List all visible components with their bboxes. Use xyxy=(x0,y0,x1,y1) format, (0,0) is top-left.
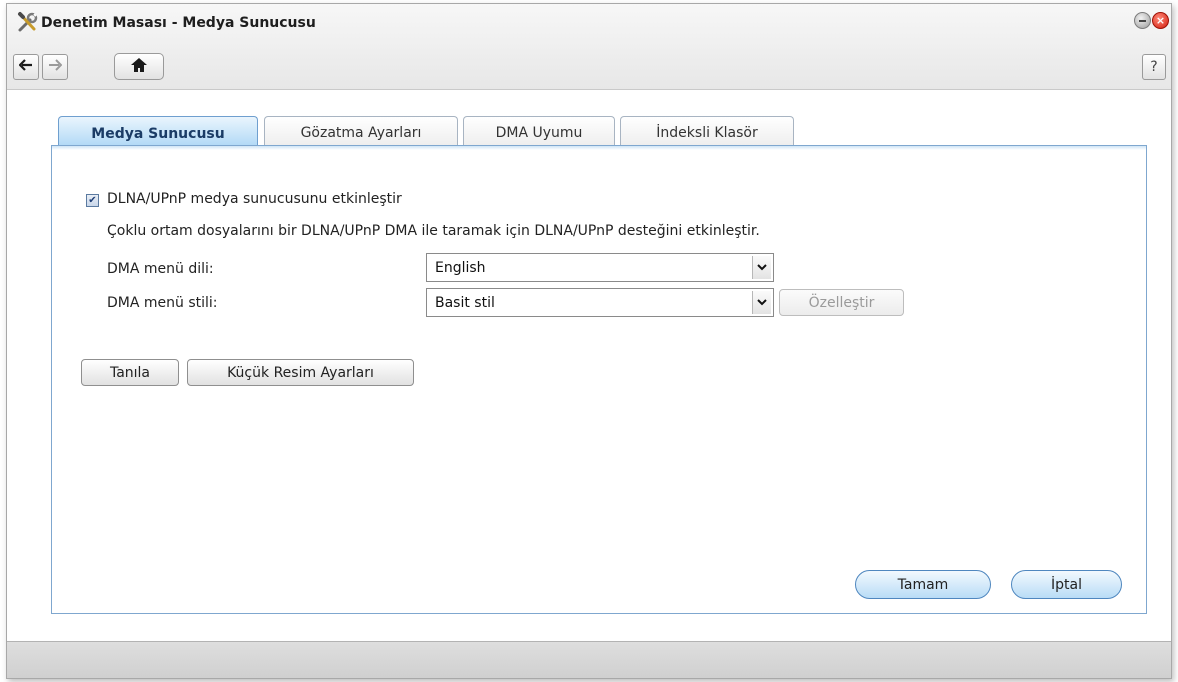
menu-language-value: English xyxy=(435,260,486,276)
thumbnail-settings-button[interactable]: Küçük Resim Ayarları xyxy=(187,359,414,386)
menu-style-select[interactable]: Basit stil xyxy=(426,288,774,317)
home-icon xyxy=(130,57,148,77)
menu-style-value: Basit stil xyxy=(435,295,495,311)
menu-style-label: DMA menü stili: xyxy=(107,295,218,311)
arrow-left-icon xyxy=(18,59,33,75)
minimize-button[interactable] xyxy=(1134,12,1151,29)
close-icon: × xyxy=(1155,14,1166,27)
status-bar xyxy=(7,641,1171,678)
window-title: Denetim Masası - Medya Sunucusu xyxy=(41,15,316,31)
tab-label: DMA Uyumu xyxy=(495,125,583,141)
home-button[interactable] xyxy=(114,53,164,80)
forward-button[interactable] xyxy=(42,54,68,80)
chevron-down-icon[interactable] xyxy=(752,256,771,279)
menu-language-select[interactable]: English xyxy=(426,253,774,282)
help-icon: ? xyxy=(1150,59,1158,75)
ok-button[interactable]: Tamam xyxy=(855,570,991,599)
control-panel-window: Denetim Masası - Medya Sunucusu × ? Medy… xyxy=(6,3,1172,679)
ok-label: Tamam xyxy=(897,576,949,593)
enable-dlna-checkbox[interactable]: ✔ xyxy=(86,194,99,207)
enable-dlna-label: DLNA/UPnP medya sunucusunu etkinleştir xyxy=(107,191,402,207)
tab-label: Gözatma Ayarları xyxy=(300,125,422,141)
title-bar: Denetim Masası - Medya Sunucusu × ? xyxy=(7,4,1171,90)
menu-language-label: DMA menü dili: xyxy=(107,261,214,277)
identify-label: Tanıla xyxy=(109,364,151,381)
tab-label: Medya Sunucusu xyxy=(91,125,225,142)
tab-label: İndeksli Klasör xyxy=(656,125,758,141)
cancel-button[interactable]: İptal xyxy=(1011,570,1122,599)
customize-button[interactable]: Özelleştir xyxy=(779,289,904,316)
cancel-label: İptal xyxy=(1051,576,1082,593)
dlna-description: Çoklu ortam dosyalarını bir DLNA/UPnP DM… xyxy=(107,223,760,239)
wrench-screwdriver-icon xyxy=(17,11,39,33)
close-button[interactable]: × xyxy=(1152,12,1169,29)
thumbnail-settings-label: Küçük Resim Ayarları xyxy=(227,364,374,381)
checkmark-icon: ✔ xyxy=(88,194,97,206)
chevron-down-icon[interactable] xyxy=(752,291,771,314)
help-button[interactable]: ? xyxy=(1142,54,1166,80)
minimize-icon xyxy=(1139,19,1146,22)
identify-button[interactable]: Tanıla xyxy=(81,359,179,386)
media-server-panel: ✔ DLNA/UPnP medya sunucusunu etkinleştir… xyxy=(51,145,1147,614)
back-button[interactable] xyxy=(13,54,39,80)
customize-label: Özelleştir xyxy=(808,294,875,311)
panel-divider xyxy=(52,146,1146,150)
arrow-right-icon xyxy=(48,59,63,75)
